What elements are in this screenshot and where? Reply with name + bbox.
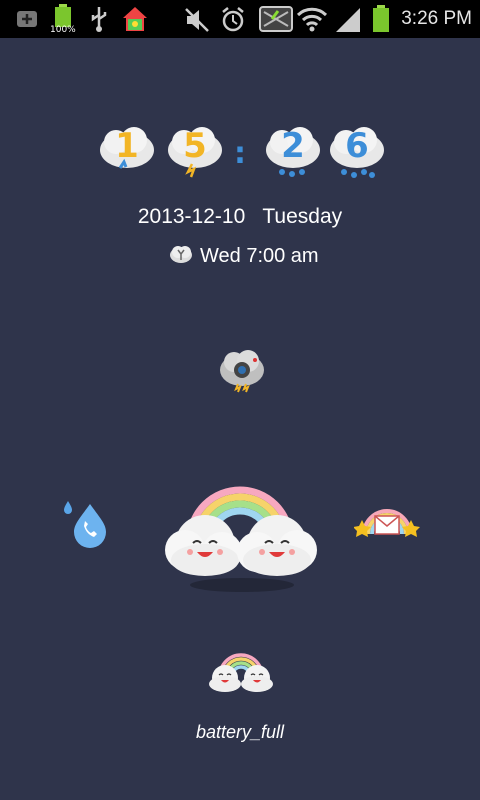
camera-icon <box>220 350 264 393</box>
clock-separator: : <box>234 136 246 171</box>
clock-digit-text: 6 <box>345 126 369 166</box>
clock-digit-minute-ones: 6 <box>326 122 388 184</box>
unlock-handle[interactable] <box>160 480 322 595</box>
wifi-icon <box>296 7 328 32</box>
small-rainbow-clouds-icon <box>209 653 273 692</box>
battery-status-icon <box>206 646 276 696</box>
usb-icon <box>91 7 107 32</box>
message-shortcut[interactable] <box>353 498 420 550</box>
alarm-icon <box>222 7 244 32</box>
camera-shortcut[interactable] <box>218 346 266 396</box>
alarm-text: Wed 7:00 am <box>200 245 319 267</box>
clock-digit-minute-tens: 2 <box>262 122 324 184</box>
clock-digit-hour-tens: 1 <box>96 122 158 184</box>
signal-icon <box>336 8 360 32</box>
clock-digit-text: 5 <box>183 126 207 166</box>
status-bar: 100% 3:26 PM <box>0 0 480 38</box>
phone-icon <box>64 501 106 548</box>
mail-icon <box>353 509 420 537</box>
status-time: 3:26 PM <box>401 8 472 29</box>
weather-clock: 1 5 : 2 6 <box>0 122 480 192</box>
phone-shortcut[interactable] <box>60 498 112 550</box>
clock-digit-text: 1 <box>115 126 139 166</box>
clock-digit-hour-ones: 5 <box>164 122 226 184</box>
rainbow-clouds-icon <box>165 486 317 576</box>
home-app-icon <box>123 7 147 31</box>
sim-icon <box>259 6 293 32</box>
battery-icon <box>373 5 389 32</box>
plus-icon <box>17 11 37 27</box>
battery-percent-label: 100% <box>50 25 76 35</box>
alarm-cloud-icon <box>170 246 192 263</box>
date-text: 2013-12-10 Tuesday <box>137 205 343 228</box>
mute-icon <box>185 8 209 32</box>
clock-digit-text: 2 <box>281 126 305 166</box>
battery-status-label: battery_full <box>195 722 285 742</box>
